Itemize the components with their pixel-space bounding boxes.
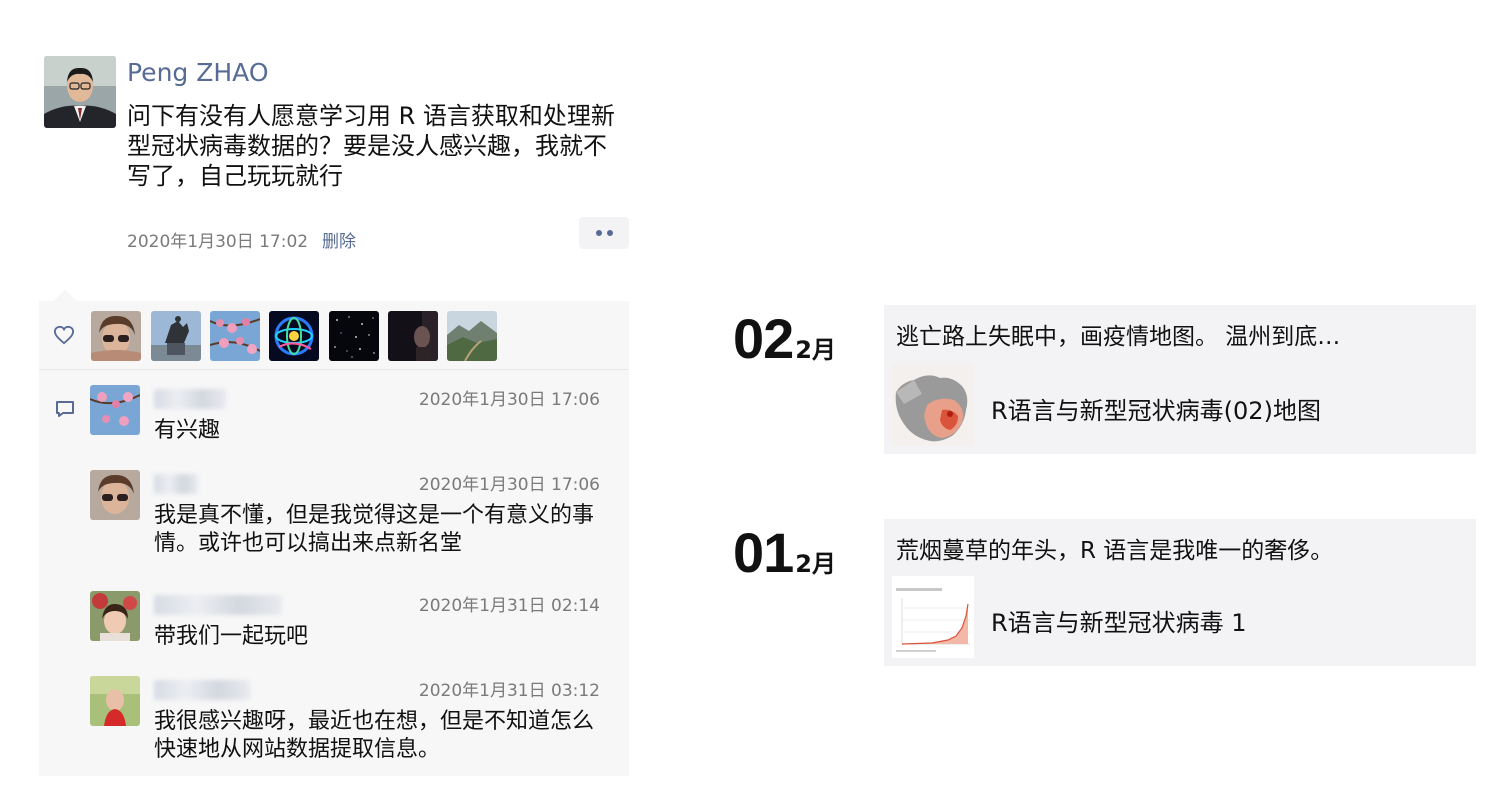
comment-item[interactable]: 2020年1月30日 17:06 有兴趣 xyxy=(90,385,620,457)
post-text: 问下有没有人愿意学习用 R 语言获取和处理新型冠状病毒数据的？要是没人感兴趣，我… xyxy=(127,102,615,190)
commenter-name-blurred xyxy=(154,389,226,409)
comment-text: 我很感兴趣呀，最近也在想，但是不知道怎么快速地从网站数据提取信息。 xyxy=(154,709,595,762)
author-name[interactable]: Peng ZHAO xyxy=(127,58,269,87)
liker-avatar[interactable] xyxy=(329,311,379,361)
article-link[interactable]: R语言与新型冠状病毒(02)地图 xyxy=(991,391,1321,426)
chart-thumbnail[interactable] xyxy=(892,576,974,658)
entry-title: 荒烟蔓草的年头，R 语言是我唯一的奢侈。 xyxy=(896,538,1334,564)
delete-link[interactable]: 删除 xyxy=(322,227,356,252)
entry-day: 01 xyxy=(733,521,794,584)
comment-icon xyxy=(56,401,74,417)
liker-avatar[interactable] xyxy=(91,311,141,361)
more-dots-icon xyxy=(606,230,613,236)
comment-text: 有兴趣 xyxy=(154,418,221,443)
liker-avatar[interactable] xyxy=(388,311,438,361)
entry-day: 02 xyxy=(733,307,794,370)
post-timestamp: 2020年1月30日 17:02 xyxy=(127,232,309,252)
comment-timestamp: 2020年1月30日 17:06 xyxy=(418,475,600,495)
comment-timestamp: 2020年1月30日 17:06 xyxy=(418,390,600,410)
timeline-entry[interactable]: 逃亡路上失眠中，画疫情地图。 温州到底… R语言与新型冠状病毒(02)地图 xyxy=(884,305,1476,454)
comment-item[interactable]: 2020年1月31日 03:12 我很感兴趣呀，最近也在想，但是不知道怎么快速地… xyxy=(90,676,620,768)
article-link[interactable]: R语言与新型冠状病毒 1 xyxy=(991,603,1247,638)
entry-date: 012月 xyxy=(733,520,836,585)
commenter-name-blurred xyxy=(154,474,198,494)
more-dots-icon xyxy=(595,230,602,236)
comment-item[interactable]: 2020年1月31日 02:14 带我们一起玩吧 xyxy=(90,591,620,663)
commenter-avatar[interactable] xyxy=(90,591,140,641)
interaction-panel: 2020年1月30日 17:06 有兴趣 2020年1月30日 17:06 我是… xyxy=(39,301,629,776)
liker-avatar[interactable] xyxy=(151,311,201,361)
likes-row xyxy=(39,301,629,370)
entry-title: 逃亡路上失眠中，画疫情地图。 温州到底… xyxy=(896,324,1341,350)
entry-date: 022月 xyxy=(733,306,836,371)
liker-avatar[interactable] xyxy=(210,311,260,361)
commenter-avatar[interactable] xyxy=(90,676,140,726)
comment-timestamp: 2020年1月31日 02:14 xyxy=(418,596,600,616)
map-thumbnail[interactable] xyxy=(892,364,974,446)
comment-text: 我是真不懂，但是我觉得这是一个有意义的事情。或许也可以搞出来点新名堂 xyxy=(154,503,595,556)
comment-text: 带我们一起玩吧 xyxy=(154,624,309,649)
author-avatar[interactable] xyxy=(44,56,116,128)
commenter-name-blurred xyxy=(154,680,250,700)
heart-icon xyxy=(53,325,75,345)
liker-avatar[interactable] xyxy=(269,311,319,361)
comment-item[interactable]: 2020年1月30日 17:06 我是真不懂，但是我觉得这是一个有意义的事情。或… xyxy=(90,470,620,570)
entry-month: 2月 xyxy=(795,550,836,578)
commenter-avatar[interactable] xyxy=(90,470,140,520)
timeline-entry[interactable]: 荒烟蔓草的年头，R 语言是我唯一的奢侈。 R语言与新型冠状病毒 1 xyxy=(884,519,1476,666)
comment-timestamp: 2020年1月31日 03:12 xyxy=(418,681,600,701)
liker-avatar[interactable] xyxy=(447,311,497,361)
commenter-name-blurred xyxy=(154,595,282,615)
commenter-avatar[interactable] xyxy=(90,385,140,435)
entry-month: 2月 xyxy=(795,336,836,364)
more-button[interactable] xyxy=(579,217,629,249)
